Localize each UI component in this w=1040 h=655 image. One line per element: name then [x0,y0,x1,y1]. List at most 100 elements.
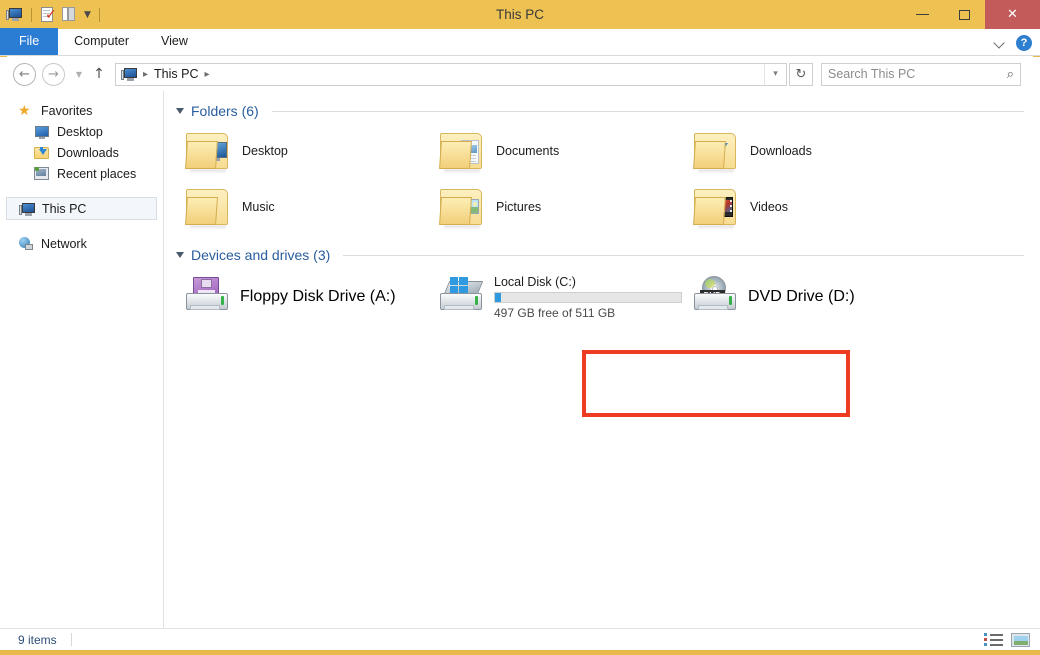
sidebar-item-label: Downloads [57,146,119,160]
recent-places-icon [34,166,50,182]
network-icon [18,236,34,252]
folder-label: Videos [750,200,788,214]
breadcrumb-separator-2[interactable]: ▸ [200,69,213,80]
folder-label: Downloads [750,144,812,158]
title-bar: ✓ ▼ This PC ✕ [0,0,1040,29]
folder-videos-icon [692,185,740,229]
sidebar-item-label: Desktop [57,125,103,139]
up-button[interactable]: ↑ [90,66,108,82]
address-bar[interactable]: ▸ This PC ▸ ▾ [115,63,787,86]
toolbar-divider-2 [99,8,100,22]
item-count-label: 9 items [0,633,57,647]
section-title: Folders (6) [191,103,259,119]
close-button[interactable]: ✕ [985,0,1040,29]
folder-downloads-icon [692,129,740,173]
folder-label: Documents [496,144,559,158]
monitor-icon [34,124,50,140]
drive-item[interactable]: Floppy Disk Drive (A:) [174,267,428,327]
this-pc-icon[interactable] [121,66,137,82]
recent-locations-button[interactable]: ▼ [72,70,86,79]
capacity-meter [494,292,682,303]
status-bar: 9 items [0,628,1040,650]
window-title: This PC [0,0,1040,29]
folder-item[interactable]: Downloads [682,123,936,179]
sidebar-item-favorites[interactable]: ★ Favorites [0,100,163,121]
folder-label: Pictures [496,200,541,214]
address-dropdown-icon[interactable]: ▾ [764,64,786,85]
drive-item-local-disk[interactable]: Local Disk (C:) 497 GB free of 511 GB [428,267,682,327]
folder-item[interactable]: Music [174,179,428,235]
sidebar-item-label: Network [41,237,87,251]
folders-grid: Desktop Documents [174,123,1028,235]
collapse-triangle-icon[interactable] [176,252,184,258]
section-header-devices[interactable]: Devices and drives (3) [174,247,1028,263]
drive-item[interactable]: DVD DVD Drive (D:) [682,267,936,327]
this-pc-icon [19,201,35,217]
refresh-button[interactable]: ↻ [789,63,813,86]
properties-icon[interactable]: ✓ [40,6,57,23]
this-pc-icon[interactable] [6,6,23,23]
sidebar-spacer [0,184,163,197]
folder-pictures-icon [438,185,486,229]
tab-computer[interactable]: Computer [58,28,145,55]
capacity-text: 497 GB free of 511 GB [494,306,682,320]
sidebar-item-label: This PC [42,202,86,216]
folder-item[interactable]: Documents [428,123,682,179]
sidebar-item-downloads[interactable]: Downloads [0,142,163,163]
tab-file[interactable]: File [0,28,58,55]
drive-label: DVD Drive (D:) [748,288,855,306]
folder-documents-icon [438,129,486,173]
folder-label: Music [242,200,275,214]
search-icon[interactable]: ⌕ [1007,67,1014,82]
toolbar-divider [31,8,32,22]
folder-item[interactable]: Desktop [174,123,428,179]
breadcrumb-separator[interactable]: ▸ [139,69,152,80]
forward-button[interactable]: → [42,63,65,86]
breadcrumb-item-this-pc[interactable]: This PC [154,67,198,81]
sidebar-item-label: Recent places [57,167,136,181]
search-input[interactable]: Search This PC [828,67,1007,81]
panel-icon[interactable] [62,6,79,23]
tab-view[interactable]: View [145,28,204,55]
details-view-button[interactable] [984,632,1003,648]
annotation-highlight-box [582,350,850,417]
folder-music-icon [184,185,232,229]
large-icons-view-button[interactable] [1011,632,1030,648]
floppy-drive-icon [182,275,232,319]
folder-label: Desktop [242,144,288,158]
star-icon: ★ [18,103,34,119]
drives-grid: Floppy Disk Drive (A:) Local Disk (C:) [174,267,1028,327]
collapse-triangle-icon[interactable] [176,108,184,114]
drive-label: Local Disk (C:) [494,275,682,289]
local-disk-icon [436,275,486,319]
sidebar-item-recent-places[interactable]: Recent places [0,163,163,184]
file-list-pane: Folders (6) Desktop [164,91,1040,628]
sidebar-spacer-2 [0,220,163,233]
navigation-pane: ★ Favorites Desktop Downloads Recent [0,91,164,628]
ribbon-controls: ? [994,29,1032,56]
chevron-down-icon[interactable]: ▼ [84,10,91,20]
folder-desktop-icon [184,129,232,173]
section-header-folders[interactable]: Folders (6) [174,103,1028,119]
window-controls: ✕ [901,0,1040,29]
capacity-meter-fill [495,293,501,302]
section-divider [272,111,1024,112]
chevron-down-icon[interactable] [994,37,1005,48]
maximize-button[interactable] [943,0,985,29]
folder-item[interactable]: Videos [682,179,936,235]
folder-item[interactable]: Pictures [428,179,682,235]
status-divider [71,633,72,646]
breadcrumb: ▸ This PC ▸ [116,66,764,82]
window-frame-bottom [0,650,1040,655]
sidebar-item-this-pc[interactable]: This PC [6,197,157,220]
dvd-drive-icon: DVD [690,275,740,319]
download-folder-icon [34,145,50,161]
back-button[interactable]: ← [13,63,36,86]
drive-info: Local Disk (C:) 497 GB free of 511 GB [494,275,682,320]
ribbon-tabs: File Computer View [0,29,1040,56]
sidebar-item-desktop[interactable]: Desktop [0,121,163,142]
help-icon[interactable]: ? [1016,35,1032,51]
sidebar-item-network[interactable]: Network [0,233,163,254]
minimize-button[interactable] [901,0,943,29]
search-box[interactable]: Search This PC ⌕ [821,63,1021,86]
